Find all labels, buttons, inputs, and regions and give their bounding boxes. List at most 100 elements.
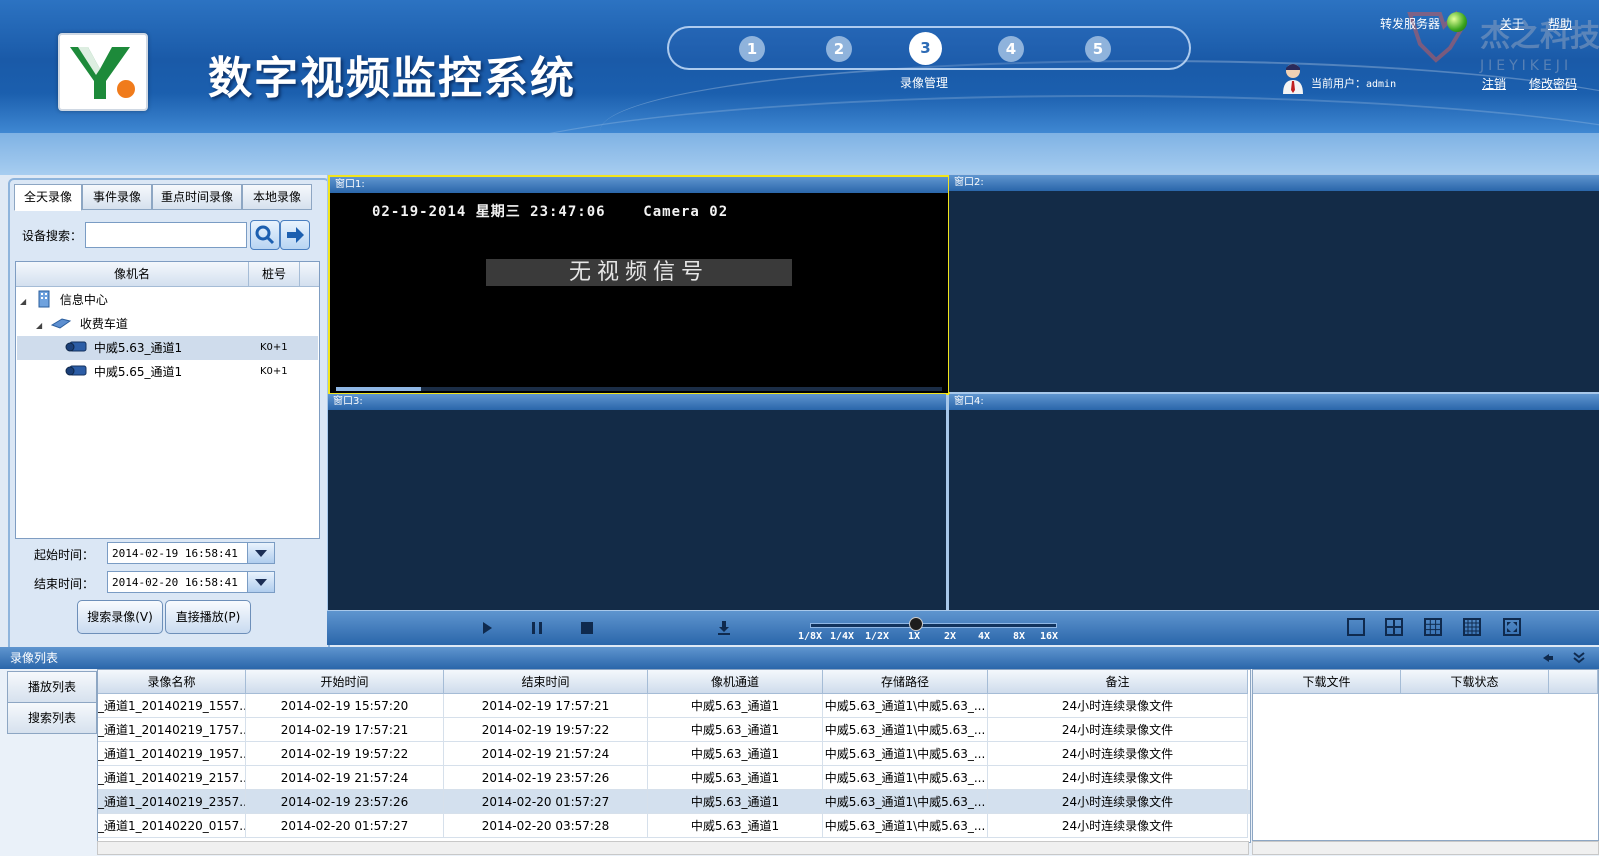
tab-local-record[interactable]: 本地录像 <box>242 184 312 210</box>
cell-end-time: 2014-02-19 21:57:24 <box>444 742 648 766</box>
search-record-button[interactable]: 搜索录像(V) <box>77 600 163 634</box>
step-3-active[interactable]: 3 <box>909 32 942 65</box>
help-link[interactable]: 帮助 <box>1548 15 1572 32</box>
cell-remark: 24小时连续录像文件 <box>988 814 1248 838</box>
column-storage-path[interactable]: 存储路径 <box>823 670 988 694</box>
change-password-link[interactable]: 修改密码 <box>1529 75 1577 92</box>
end-time-label: 结束时间： <box>34 577 95 591</box>
video-window-4[interactable]: 窗口4: <box>949 394 1599 610</box>
collapse-icon[interactable] <box>1572 651 1586 665</box>
column-start-time[interactable]: 开始时间 <box>246 670 444 694</box>
column-spacer <box>1549 670 1598 694</box>
cell-record-name: _通道1_20140219_2357... <box>98 790 246 814</box>
logout-link[interactable]: 注销 <box>1482 75 1506 92</box>
step-4[interactable]: 4 <box>998 36 1024 62</box>
cell-record-name: _通道1_20140219_2157... <box>98 766 246 790</box>
about-link[interactable]: 关于 <box>1500 15 1524 32</box>
column-download-status[interactable]: 下载状态 <box>1401 670 1549 694</box>
layout-9-icon[interactable] <box>1424 618 1442 636</box>
table-horizontal-scrollbar[interactable] <box>97 841 1249 855</box>
arrow-right-icon <box>287 227 304 243</box>
app-title: 数字视频监控系统 <box>208 53 576 104</box>
tree-node-camera-2[interactable]: 中威5.65_通道1 <box>64 361 182 383</box>
table-row[interactable]: _通道1_20140220_0157... 2014-02-20 01:57:2… <box>98 814 1250 838</box>
step-1[interactable]: 1 <box>739 36 765 62</box>
cell-end-time: 2014-02-19 19:57:22 <box>444 718 648 742</box>
video-window-2[interactable]: 窗口2: <box>949 175 1599 392</box>
layout-4-icon[interactable] <box>1385 618 1403 636</box>
column-download-file[interactable]: 下载文件 <box>1253 670 1401 694</box>
column-end-time[interactable]: 结束时间 <box>444 670 648 694</box>
current-user-label: 当前用户： <box>1311 77 1366 90</box>
step-2[interactable]: 2 <box>826 36 852 62</box>
tab-event-record[interactable]: 事件录像 <box>82 184 152 210</box>
end-time-dropdown[interactable] <box>247 572 274 592</box>
playback-progress-bar[interactable] <box>336 387 942 391</box>
device-search-input[interactable] <box>85 222 247 248</box>
tab-play-list[interactable]: 播放列表 <box>7 671 97 703</box>
speed-slider[interactable] <box>810 623 1057 628</box>
cell-remark: 24小时连续录像文件 <box>988 790 1248 814</box>
layout-1-icon[interactable] <box>1347 618 1365 636</box>
column-camera-name[interactable]: 像机名 <box>16 262 249 286</box>
current-user-info: 当前用户：admin <box>1311 75 1396 91</box>
column-stake[interactable]: 桩号 <box>249 262 300 286</box>
tree-header: 像机名 桩号 <box>16 262 319 287</box>
search-icon <box>255 225 275 245</box>
table-row-selected[interactable]: _通道1_20140219_2357... 2014-02-19 23:57:2… <box>98 790 1250 814</box>
pause-icon[interactable] <box>529 620 545 636</box>
tab-all-day-record[interactable]: 全天录像 <box>14 184 82 211</box>
table-row[interactable]: _通道1_20140219_1557... 2014-02-19 15:57:2… <box>98 694 1250 718</box>
table-row[interactable]: _通道1_20140219_1957... 2014-02-19 19:57:2… <box>98 742 1250 766</box>
layout-16-icon[interactable] <box>1463 618 1481 636</box>
expand-arrow-icon[interactable]: ◢ <box>20 297 26 306</box>
step-5[interactable]: 5 <box>1085 36 1111 62</box>
pin-icon[interactable] <box>1541 651 1555 665</box>
stake-value: K0+1 <box>260 366 288 377</box>
speed-slider-handle[interactable] <box>909 617 923 631</box>
go-button[interactable] <box>280 220 310 250</box>
video-window-3[interactable]: 窗口3: <box>328 394 946 610</box>
video-window-1[interactable]: 窗口1: 02-19-2014 星期三 23:47:06 Camera 02 无… <box>328 175 950 395</box>
expand-arrow-icon[interactable]: ◢ <box>36 321 42 330</box>
server-status-icon[interactable] <box>1447 12 1467 32</box>
cell-storage-path: 中威5.63_通道1\中威5.63_... <box>823 742 988 766</box>
cell-start-time: 2014-02-19 17:57:21 <box>246 718 444 742</box>
table-row[interactable]: _通道1_20140219_1757... 2014-02-19 17:57:2… <box>98 718 1250 742</box>
column-camera-channel[interactable]: 像机通道 <box>648 670 823 694</box>
tab-key-time-record[interactable]: 重点时间录像 <box>152 184 242 210</box>
cell-start-time: 2014-02-20 01:57:27 <box>246 814 444 838</box>
direct-play-button[interactable]: 直接播放(P) <box>165 600 251 634</box>
download-table: 下载文件 下载状态 <box>1252 669 1599 841</box>
stop-icon[interactable] <box>579 620 595 636</box>
fullscreen-icon[interactable] <box>1503 618 1521 636</box>
download-horizontal-scrollbar[interactable] <box>1252 841 1599 855</box>
play-icon[interactable] <box>479 620 495 636</box>
cell-record-name: _通道1_20140220_0157... <box>98 814 246 838</box>
no-signal-banner: 无视频信号 <box>486 259 792 286</box>
cell-start-time: 2014-02-19 21:57:24 <box>246 766 444 790</box>
start-time-dropdown[interactable] <box>247 543 274 563</box>
table-row[interactable]: _通道1_20140219_2157... 2014-02-19 21:57:2… <box>98 766 1250 790</box>
current-user-name: admin <box>1366 79 1397 90</box>
tree-node-info-center[interactable]: ◢ 信息中心 <box>20 289 108 311</box>
download-icon[interactable] <box>716 620 732 636</box>
cell-storage-path: 中威5.63_通道1\中威5.63_... <box>823 790 988 814</box>
tree-node-toll-lane[interactable]: ◢ 收费车道 <box>36 313 128 335</box>
column-remark[interactable]: 备注 <box>988 670 1248 694</box>
search-button[interactable] <box>250 220 280 250</box>
end-time-picker[interactable]: 2014-02-20 16:58:41 <box>107 571 275 593</box>
column-record-name[interactable]: 录像名称 <box>98 670 246 694</box>
cell-storage-path: 中威5.63_通道1\中威5.63_... <box>823 694 988 718</box>
cell-start-time: 2014-02-19 23:57:26 <box>246 790 444 814</box>
record-list-panel: 播放列表 搜索列表 录像名称 开始时间 结束时间 像机通道 存储路径 备注 _通… <box>0 669 1599 856</box>
tree-node-camera-1[interactable]: 中威5.63_通道1 <box>64 337 182 359</box>
start-time-picker[interactable]: 2014-02-19 16:58:41 <box>107 542 275 564</box>
tab-search-list[interactable]: 搜索列表 <box>7 702 97 734</box>
cell-remark: 24小时连续录像文件 <box>988 766 1248 790</box>
cell-end-time: 2014-02-20 01:57:27 <box>444 790 648 814</box>
start-time-value: 2014-02-19 16:58:41 <box>112 547 238 560</box>
user-avatar-icon <box>1283 64 1303 94</box>
cell-storage-path: 中威5.63_通道1\中威5.63_... <box>823 766 988 790</box>
record-table: 录像名称 开始时间 结束时间 像机通道 存储路径 备注 _通道1_2014021… <box>97 669 1251 843</box>
